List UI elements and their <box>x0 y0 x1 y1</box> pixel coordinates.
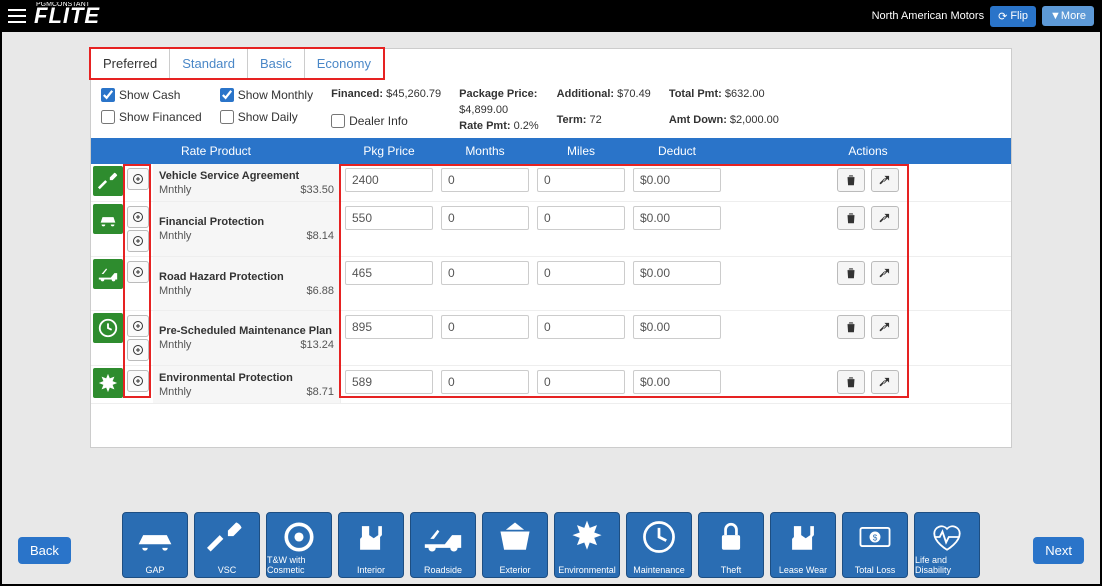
pkg-input[interactable] <box>345 315 433 339</box>
svg-text:$: $ <box>873 534 878 543</box>
category-icon <box>123 517 187 557</box>
flip-button[interactable]: ⟳ Flip <box>990 6 1036 27</box>
table-row: Financial ProtectionMnthly$8.14 <box>91 202 1011 257</box>
bottom-icon-bar: GAPVSCT&W with CosmeticInteriorRoadsideE… <box>0 512 1102 578</box>
expand-button[interactable] <box>871 261 899 285</box>
add-row-button[interactable] <box>127 206 149 228</box>
pkg-input[interactable] <box>345 168 433 192</box>
category-total-loss[interactable]: $Total Loss <box>842 512 908 578</box>
product-name: Financial Protection <box>159 216 334 228</box>
category-icon <box>267 517 331 557</box>
tab-basic[interactable]: Basic <box>248 49 305 78</box>
category-icon <box>483 517 547 557</box>
car-icon[interactable] <box>93 204 123 234</box>
category-t-w-with-cosmetic[interactable]: T&W with Cosmetic <box>266 512 332 578</box>
tab-bar: PreferredStandardBasicEconomy <box>89 47 385 80</box>
delete-button[interactable] <box>837 370 865 394</box>
mil-input[interactable] <box>537 370 625 394</box>
burst-icon[interactable] <box>93 368 123 398</box>
category-gap[interactable]: GAP <box>122 512 188 578</box>
show-monthly-checkbox[interactable]: Show Monthly <box>220 88 313 102</box>
delete-button[interactable] <box>837 206 865 230</box>
add-row-button[interactable] <box>127 315 149 337</box>
tab-standard[interactable]: Standard <box>170 49 248 78</box>
back-button[interactable]: Back <box>18 537 71 564</box>
category-icon <box>339 517 403 557</box>
mon-input[interactable] <box>441 168 529 192</box>
mon-input[interactable] <box>441 261 529 285</box>
category-icon <box>411 517 475 557</box>
wrench-icon[interactable] <box>93 166 123 196</box>
add-row-button[interactable] <box>127 230 149 252</box>
category-exterior[interactable]: Exterior <box>482 512 548 578</box>
ded-input[interactable] <box>633 261 721 285</box>
category-icon <box>627 517 691 557</box>
mon-input[interactable] <box>441 206 529 230</box>
expand-button[interactable] <box>871 370 899 394</box>
clock-icon[interactable] <box>93 313 123 343</box>
next-button[interactable]: Next <box>1033 537 1084 564</box>
delete-button[interactable] <box>837 168 865 192</box>
product-name: Vehicle Service Agreement <box>159 170 334 182</box>
product-name: Road Hazard Protection <box>159 271 334 283</box>
pkg-input[interactable] <box>345 370 433 394</box>
ded-input[interactable] <box>633 168 721 192</box>
table-row: Vehicle Service AgreementMnthly$33.50 <box>91 164 1011 202</box>
add-row-button[interactable] <box>127 261 149 283</box>
product-name: Pre-Scheduled Maintenance Plan <box>159 325 334 337</box>
category-roadside[interactable]: Roadside <box>410 512 476 578</box>
org-name: North American Motors <box>872 10 984 22</box>
category-lease-wear[interactable]: Lease Wear <box>770 512 836 578</box>
table-row: Environmental ProtectionMnthly$8.71 <box>91 366 1011 404</box>
logo: PGMCONSTANT FLITE <box>34 5 100 27</box>
pkg-input[interactable] <box>345 206 433 230</box>
category-theft[interactable]: Theft <box>698 512 764 578</box>
show-cash-checkbox[interactable]: Show Cash <box>101 88 202 102</box>
expand-button[interactable] <box>871 206 899 230</box>
add-row-button[interactable] <box>127 339 149 361</box>
product-name: Environmental Protection <box>159 372 334 384</box>
mil-input[interactable] <box>537 315 625 339</box>
table-header: Rate Product Pkg Price Months Miles Dedu… <box>91 138 1011 164</box>
mil-input[interactable] <box>537 261 625 285</box>
table-row: Pre-Scheduled Maintenance PlanMnthly$13.… <box>91 311 1011 366</box>
category-icon <box>915 517 979 557</box>
category-icon <box>555 517 619 557</box>
category-maintenance[interactable]: Maintenance <box>626 512 692 578</box>
dealer-info-checkbox[interactable]: Dealer Info <box>331 114 441 128</box>
category-interior[interactable]: Interior <box>338 512 404 578</box>
ded-input[interactable] <box>633 315 721 339</box>
delete-button[interactable] <box>837 315 865 339</box>
mil-input[interactable] <box>537 206 625 230</box>
table-row: Road Hazard ProtectionMnthly$6.88 <box>91 257 1011 311</box>
main-panel: PreferredStandardBasicEconomy Show Cash … <box>90 48 1012 448</box>
tab-preferred[interactable]: Preferred <box>91 49 170 78</box>
category-icon <box>699 517 763 557</box>
add-row-button[interactable] <box>127 168 149 190</box>
tow-icon[interactable] <box>93 259 123 289</box>
tab-economy[interactable]: Economy <box>305 49 383 78</box>
category-icon <box>195 517 259 557</box>
category-icon <box>771 517 835 557</box>
category-environmental[interactable]: Environmental <box>554 512 620 578</box>
expand-button[interactable] <box>871 315 899 339</box>
ded-input[interactable] <box>633 206 721 230</box>
category-icon: $ <box>843 517 907 557</box>
mon-input[interactable] <box>441 315 529 339</box>
show-daily-checkbox[interactable]: Show Daily <box>220 110 313 124</box>
more-button[interactable]: ▼More <box>1042 6 1094 26</box>
mon-input[interactable] <box>441 370 529 394</box>
topbar: PGMCONSTANT FLITE North American Motors … <box>0 0 1102 32</box>
delete-button[interactable] <box>837 261 865 285</box>
refresh-icon: ⟳ <box>998 10 1007 23</box>
ded-input[interactable] <box>633 370 721 394</box>
show-financed-checkbox[interactable]: Show Financed <box>101 110 202 124</box>
add-row-button[interactable] <box>127 370 149 392</box>
mil-input[interactable] <box>537 168 625 192</box>
category-life-and-disability[interactable]: Life and Disability <box>914 512 980 578</box>
expand-button[interactable] <box>871 168 899 192</box>
category-vsc[interactable]: VSC <box>194 512 260 578</box>
pkg-input[interactable] <box>345 261 433 285</box>
hamburger-menu-icon[interactable] <box>8 9 26 23</box>
